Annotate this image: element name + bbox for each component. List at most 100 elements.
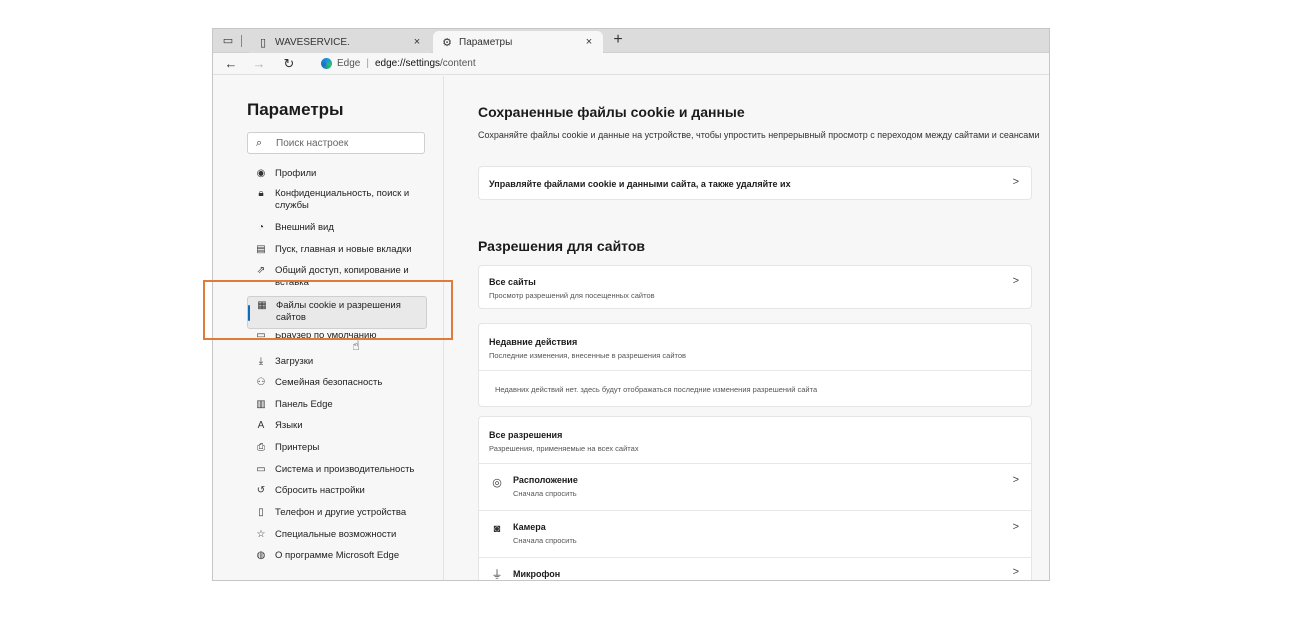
search-icon: ⌕ [256, 136, 263, 149]
share-icon: ⇗ [256, 265, 266, 276]
all-permissions-subtitle: Разрешения, применяемые на всех сайтах [489, 444, 639, 453]
recent-activity-subtitle: Последние изменения, внесенные в разреше… [489, 351, 687, 360]
sidebar-title: Параметры [247, 100, 344, 119]
site-permissions-title: Разрешения для сайтов [478, 238, 646, 254]
chevron-right-icon: > [1012, 275, 1019, 287]
search-input[interactable]: ⌕ Поиск настроек [247, 132, 425, 154]
recent-activity-empty: Недавних действий нет. здесь будут отобр… [495, 385, 818, 394]
sidebar-item-languages[interactable]: A Языки [247, 420, 427, 432]
tab-close-icon[interactable]: × [581, 36, 597, 48]
forward-arrow-icon[interactable]: → [251, 56, 267, 71]
recent-activity-card: Недавние действия Последние изменения, в… [478, 323, 1032, 407]
permission-microphone-row[interactable]: ⏚ Микрофон > [479, 558, 1031, 581]
sidebar-item-start[interactable]: ▤ Пуск, главная и новые вкладки [247, 244, 427, 256]
sidebar-item-appearance[interactable]: ◔ Внешний вид [247, 222, 427, 234]
url-field[interactable]: Edge | edge://settings/content [321, 55, 1045, 72]
chevron-right-icon: > [1012, 474, 1019, 486]
sidebar-item-family[interactable]: ⚇ Семейная безопасность [247, 377, 427, 389]
sidebar-item-label: Профили [275, 168, 317, 179]
site-label: Edge [337, 58, 361, 69]
refresh-icon[interactable]: ↻ [281, 56, 297, 72]
sidebar-item-label: Пуск, главная и новые вкладки [275, 244, 412, 255]
all-sites-row[interactable]: Все сайты Просмотр разрешений для посеще… [478, 265, 1032, 309]
gear-icon: ⚙ [442, 36, 452, 49]
chevron-right-icon: > [1012, 521, 1019, 533]
recent-activity-title: Недавние действия [489, 337, 578, 347]
sidebar-item-label: Телефон и другие устройства [275, 507, 407, 518]
sidebar-item-label: Специальные возможности [275, 529, 397, 540]
accessibility-icon: ☆ [256, 529, 266, 540]
reset-icon: ↺ [256, 485, 266, 496]
sidebar-item-about[interactable]: ◍ О программе Microsoft Edge [247, 550, 427, 562]
sidebar-item-label: Семейная безопасность [275, 377, 383, 388]
address-bar: ← → ↻ Edge | edge://settings/content [213, 53, 1049, 75]
tab-separator [241, 35, 242, 47]
appearance-icon: ◔ [257, 222, 265, 233]
manage-cookies-label: Управляйте файлами cookie и данными сайт… [489, 179, 791, 189]
all-sites-title: Все сайты [489, 277, 536, 287]
url-path: /content [440, 58, 476, 69]
sidebar-item-label: Загрузки [275, 356, 314, 367]
sidebar-item-label: О программе Microsoft Edge [275, 550, 400, 561]
tab-actions-icon[interactable]: ▭ [221, 33, 235, 47]
manage-cookies-row[interactable]: Управляйте файлами cookie и данными сайт… [478, 166, 1032, 200]
tab-label: WAVESERVICE. [275, 36, 350, 48]
sidebar-item-downloads[interactable]: ⤓ Загрузки [247, 356, 427, 368]
tab-close-icon[interactable]: × [409, 36, 425, 48]
settings-content: Сохраненные файлы cookie и данные Сохран… [444, 76, 1049, 580]
download-icon: ⤓ [258, 356, 264, 367]
new-tab-button[interactable]: + [609, 31, 627, 49]
permission-title: Расположение [513, 475, 578, 485]
profile-icon: ◉ [256, 168, 266, 179]
permission-camera-row[interactable]: ◙ Камера Сначала спросить > [479, 511, 1031, 557]
family-icon: ⚇ [256, 377, 266, 388]
all-sites-subtitle: Просмотр разрешений для посещенных сайто… [489, 291, 655, 300]
highlight-annotation [203, 280, 453, 340]
sidebar-item-phone[interactable]: ▯ Телефон и другие устройства [247, 507, 427, 519]
sidebar-item-system[interactable]: ▭ Система и производительность [247, 464, 427, 476]
microphone-icon: ⏚ [491, 569, 503, 581]
edge-icon: ◍ [256, 550, 266, 561]
url-host: edge://settings [374, 58, 441, 69]
sidebar-item-label: Принтеры [275, 442, 320, 453]
panel-icon: ▥ [256, 399, 266, 410]
tab-bar: ▭ ▯ WAVESERVICE. × ⚙ Параметры × + [213, 29, 1049, 53]
location-icon: ◎ [492, 476, 502, 489]
sidebar-item-label: Языки [275, 420, 303, 431]
back-arrow-icon[interactable]: ← [223, 56, 239, 71]
permission-subtitle: Сначала спросить [513, 536, 577, 545]
sidebar-item-reset[interactable]: ↺ Сбросить настройки [247, 485, 427, 497]
system-icon: ▭ [256, 464, 266, 475]
all-permissions-card: Все разрешения Разрешения, применяемые н… [478, 416, 1032, 581]
sidebar-item-label: Система и производительность [275, 464, 415, 475]
permission-location-row[interactable]: ◎ Расположение Сначала спросить > [479, 464, 1031, 510]
sidebar-item-edge-panel[interactable]: ▥ Панель Edge [247, 399, 427, 411]
hand-cursor-icon: ☝ [352, 338, 360, 353]
permission-title: Камера [513, 522, 546, 532]
sidebar-item-accessibility[interactable]: ☆ Специальные возможности [247, 529, 427, 541]
sidebar-item-label: Внешний вид [275, 222, 334, 233]
edge-logo-icon [321, 58, 332, 69]
tab-waveservice[interactable]: ▯ WAVESERVICE. × [249, 31, 431, 53]
card-divider [479, 370, 1031, 371]
search-placeholder: Поиск настроек [276, 137, 349, 149]
lock-icon: 🔒︎ [258, 188, 264, 199]
language-icon: A [257, 420, 265, 431]
sidebar-item-label: Сбросить настройки [275, 485, 365, 496]
tab-settings[interactable]: ⚙ Параметры × [433, 31, 603, 53]
start-icon: ▤ [256, 244, 266, 255]
cookies-section-title: Сохраненные файлы cookie и данные [478, 104, 745, 120]
printer-icon: ⎙ [257, 442, 265, 453]
permission-title: Микрофон [513, 569, 561, 579]
sidebar-item-label: Конфиденциальность, поиск и службы [275, 188, 410, 211]
cookies-description: Сохраняйте файлы cookie и данные на устр… [478, 130, 1040, 140]
sidebar-item-label: Панель Edge [275, 399, 333, 410]
camera-icon: ◙ [493, 523, 501, 535]
sidebar-item-profiles[interactable]: ◉ Профили [247, 168, 427, 180]
permission-subtitle: Сначала спросить [513, 489, 577, 498]
sidebar-item-printers[interactable]: ⎙ Принтеры [247, 442, 427, 454]
tab-label: Параметры [459, 36, 513, 48]
phone-icon: ▯ [258, 507, 264, 518]
sidebar-item-privacy[interactable]: 🔒︎ Конфиденциальность, поиск и службы [247, 188, 427, 212]
chevron-right-icon: > [1012, 566, 1019, 578]
